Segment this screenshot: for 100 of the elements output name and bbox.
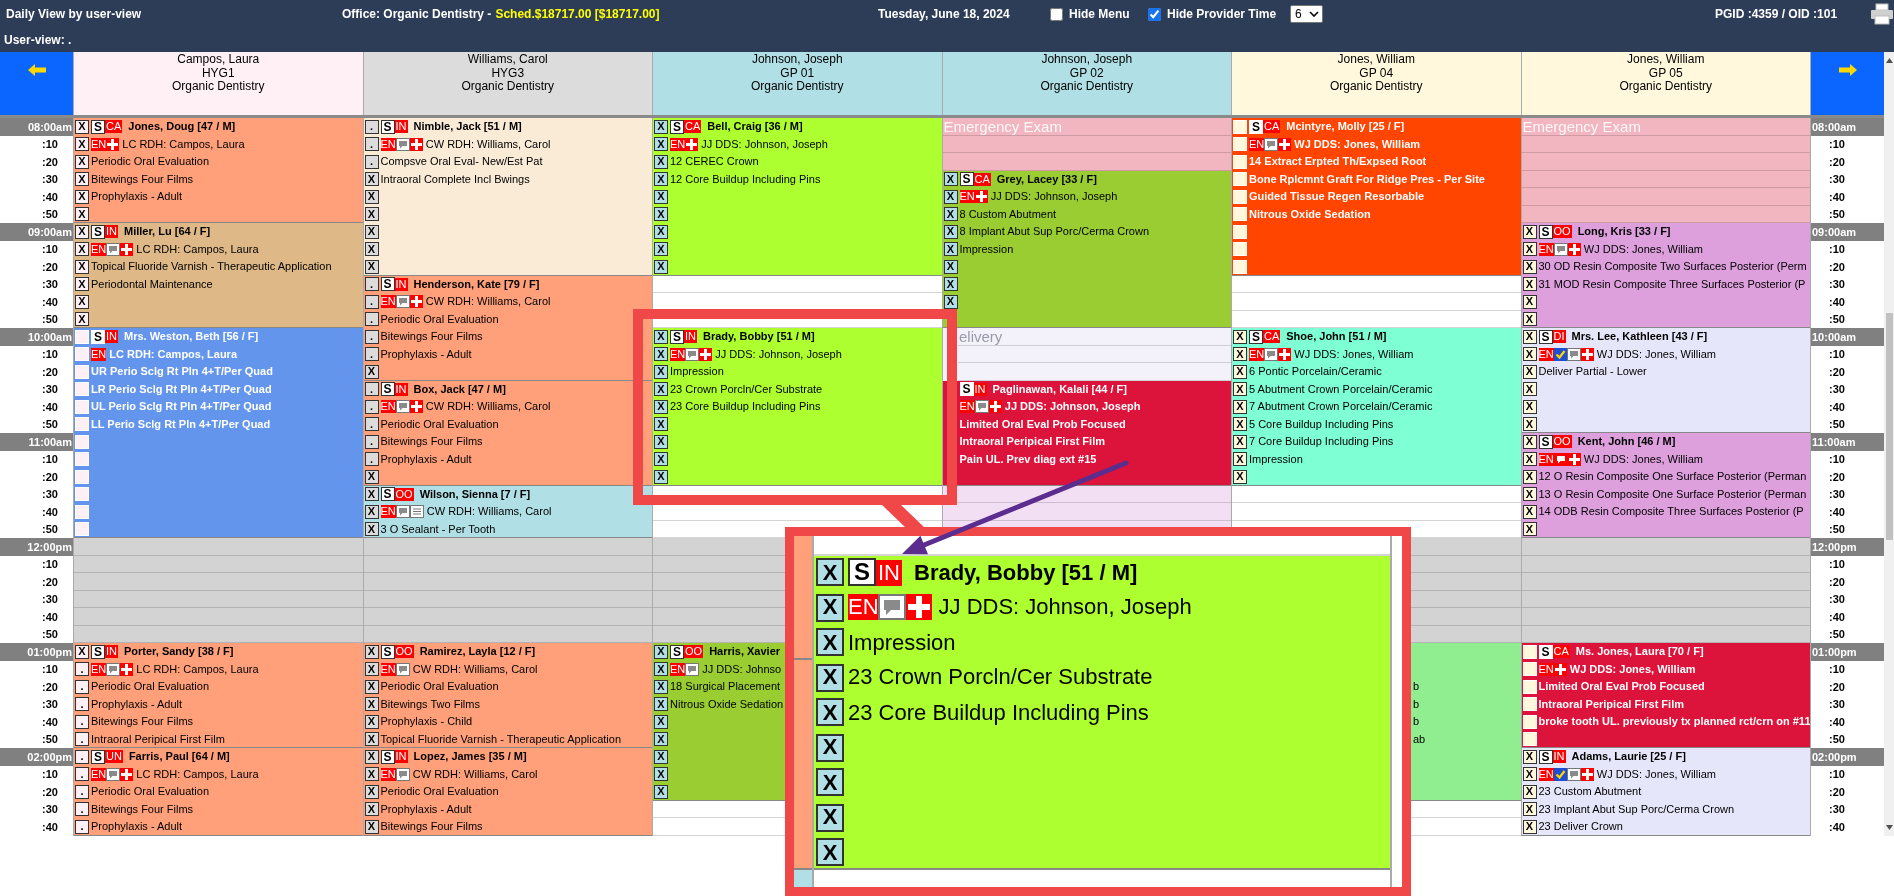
procedure-text: 13 O Resin Composite One Surface Posterior (Perman (1538, 487, 1807, 501)
provider-text: WJ DDS: Jones, William (1583, 242, 1703, 256)
time-label: 02:00pm (0, 748, 73, 766)
letter-tag: S (1538, 644, 1553, 659)
letter-tag: S (380, 749, 395, 764)
time-label: :20 (1829, 784, 1845, 800)
tag-badge: EN (380, 662, 396, 676)
time-label: 02:00pm (1811, 748, 1884, 766)
time-label: 09:00am (1811, 223, 1884, 241)
procedure-text: Periodic Oral Evaluation (380, 680, 499, 694)
procedure-text: 3 O Sealant - Per Tooth (380, 522, 496, 536)
time-label: :20 (42, 679, 58, 695)
time-label: :30 (42, 172, 58, 187)
operatory-name: GP 05 (1648, 66, 1683, 80)
office-name: Organic Dentistry (750, 80, 844, 94)
office-name: Organic Dentistry (461, 80, 555, 94)
procedure-text: Bitewings Four Films (91, 172, 194, 186)
time-label: :20 (42, 364, 58, 380)
procedure-text: Pain UL. Prev diag ext #15 (959, 452, 1097, 466)
time-label: 12:00pm (1811, 538, 1884, 556)
tag-badge: EN (91, 347, 107, 361)
time-label: :20 (42, 259, 58, 275)
time-label: :40 (1829, 189, 1845, 205)
procedure-text: 23 Deliver Crown (1538, 820, 1623, 834)
procedure-text: Guided Tissue Regen Resorbable (1249, 190, 1425, 204)
tag-badge: EN (1538, 662, 1554, 676)
time-label: :40 (42, 504, 58, 520)
time-label: :50 (42, 207, 58, 222)
procedure-text: Impression (848, 629, 956, 656)
procedure-text: Periodic Oral Evaluation (380, 785, 499, 799)
time-label: 12:00pm (0, 538, 73, 556)
time-label: :30 (42, 487, 58, 502)
letter-tag: S (91, 224, 105, 239)
time-label: :20 (1829, 679, 1845, 695)
patient-name: Henderson, Kate [79 / F] (413, 277, 540, 291)
time-label: :10 (42, 452, 58, 467)
time-label: :20 (42, 469, 58, 485)
tag-badge: EN (1249, 137, 1265, 151)
tag-badge: EN (91, 242, 107, 256)
provider-text: CW RDH: Williams, Carol (412, 662, 538, 676)
letter-tag: S (380, 382, 395, 397)
procedure-text: 12 O Resin Composite One Surface Posterior (Perman (1538, 470, 1807, 484)
procedure-text: Limited Oral Eval Prob Focused (959, 417, 1126, 431)
letter-tag: S (91, 749, 105, 764)
time-label: :20 (42, 574, 58, 590)
tag-badge: EN (380, 400, 396, 414)
provider-text: WJ DDS: Jones, William (1583, 452, 1703, 466)
provider-name: Campos, Laura (177, 53, 260, 67)
status-badge: IN (684, 330, 697, 344)
patient-name: Wilson, Sienna [7 / F] (419, 487, 531, 501)
patient-name: Ms. Jones, Laura [70 / F] (1575, 645, 1704, 659)
status-badge: IN (876, 559, 902, 586)
status-badge: IN (105, 225, 118, 239)
time-label: :30 (1829, 802, 1845, 817)
procedure-text: Periodic Oral Evaluation (380, 312, 499, 326)
time-label: :50 (1829, 627, 1845, 642)
office-name: Organic Dentistry (1040, 80, 1134, 94)
tag-badge: EN (1538, 452, 1554, 466)
procedure-text: Intraoral Peripical First Film (959, 435, 1105, 449)
patient-name: Shoe, John [51 / M] (1286, 330, 1387, 344)
time-label: :40 (1829, 609, 1845, 625)
status-badge: IN (105, 645, 118, 659)
status-badge: CA (105, 120, 123, 134)
patient-name: Long, Kris [33 / F] (1577, 225, 1671, 239)
time-label: :50 (1829, 522, 1845, 537)
procedure-text: 23 Crown Porcln/Cer Substrate (670, 382, 823, 396)
time-label: :30 (1829, 277, 1845, 292)
procedure-text: 5 Abutment Crown Porcelain/Ceramic (1249, 382, 1433, 396)
time-label: :40 (1829, 399, 1845, 415)
tag-badge: EN (1538, 767, 1554, 781)
provider-text: WJ DDS: Jones, William (1596, 347, 1716, 361)
time-label: :20 (1829, 574, 1845, 590)
time-label: 11:00am (1811, 433, 1884, 451)
time-label: 01:00pm (1811, 643, 1884, 661)
procedure-text: 23 Implant Abut Sup Porc/Cerma Crown (1538, 802, 1735, 816)
patient-name: Nimble, Jack [51 / M] (413, 120, 522, 134)
time-label: :10 (1829, 767, 1845, 782)
letter-tag: S (670, 644, 684, 659)
letter-tag: S (1538, 329, 1553, 344)
patient-name: Brady, Bobby [51 / M] (703, 330, 815, 344)
time-label: :50 (1829, 732, 1845, 747)
time-label: :20 (1829, 364, 1845, 380)
procedure-text: Topical Fluoride Varnish - Therapeutic Application (380, 732, 621, 746)
time-label: :10 (1829, 662, 1845, 677)
patient-name: Brady, Bobby [51 / M] (914, 559, 1138, 586)
block-label: Emergency Exam (1521, 117, 1641, 135)
procedure-text: 23 Core Buildup Including Pins (670, 400, 821, 414)
tag-badge: EN (959, 400, 975, 414)
letter-tag: S (670, 119, 684, 134)
procedure-text: Bone Rplcmnt Graft For Ridge Pres - Per Site (1249, 172, 1485, 186)
letter-tag: S (670, 329, 684, 344)
letter-tag: S (959, 382, 974, 397)
letter-tag: S (380, 277, 395, 292)
provider-text: LC RDH: Campos, Laura (136, 767, 259, 781)
procedure-text: Impression (959, 242, 1014, 256)
time-label: :40 (1829, 294, 1845, 310)
provider-text: CW RDH: Williams, Carol (425, 400, 551, 414)
time-label: :40 (1829, 504, 1845, 520)
operatory-name: GP 02 (1069, 66, 1104, 80)
procedure-text: b (1413, 715, 1420, 729)
